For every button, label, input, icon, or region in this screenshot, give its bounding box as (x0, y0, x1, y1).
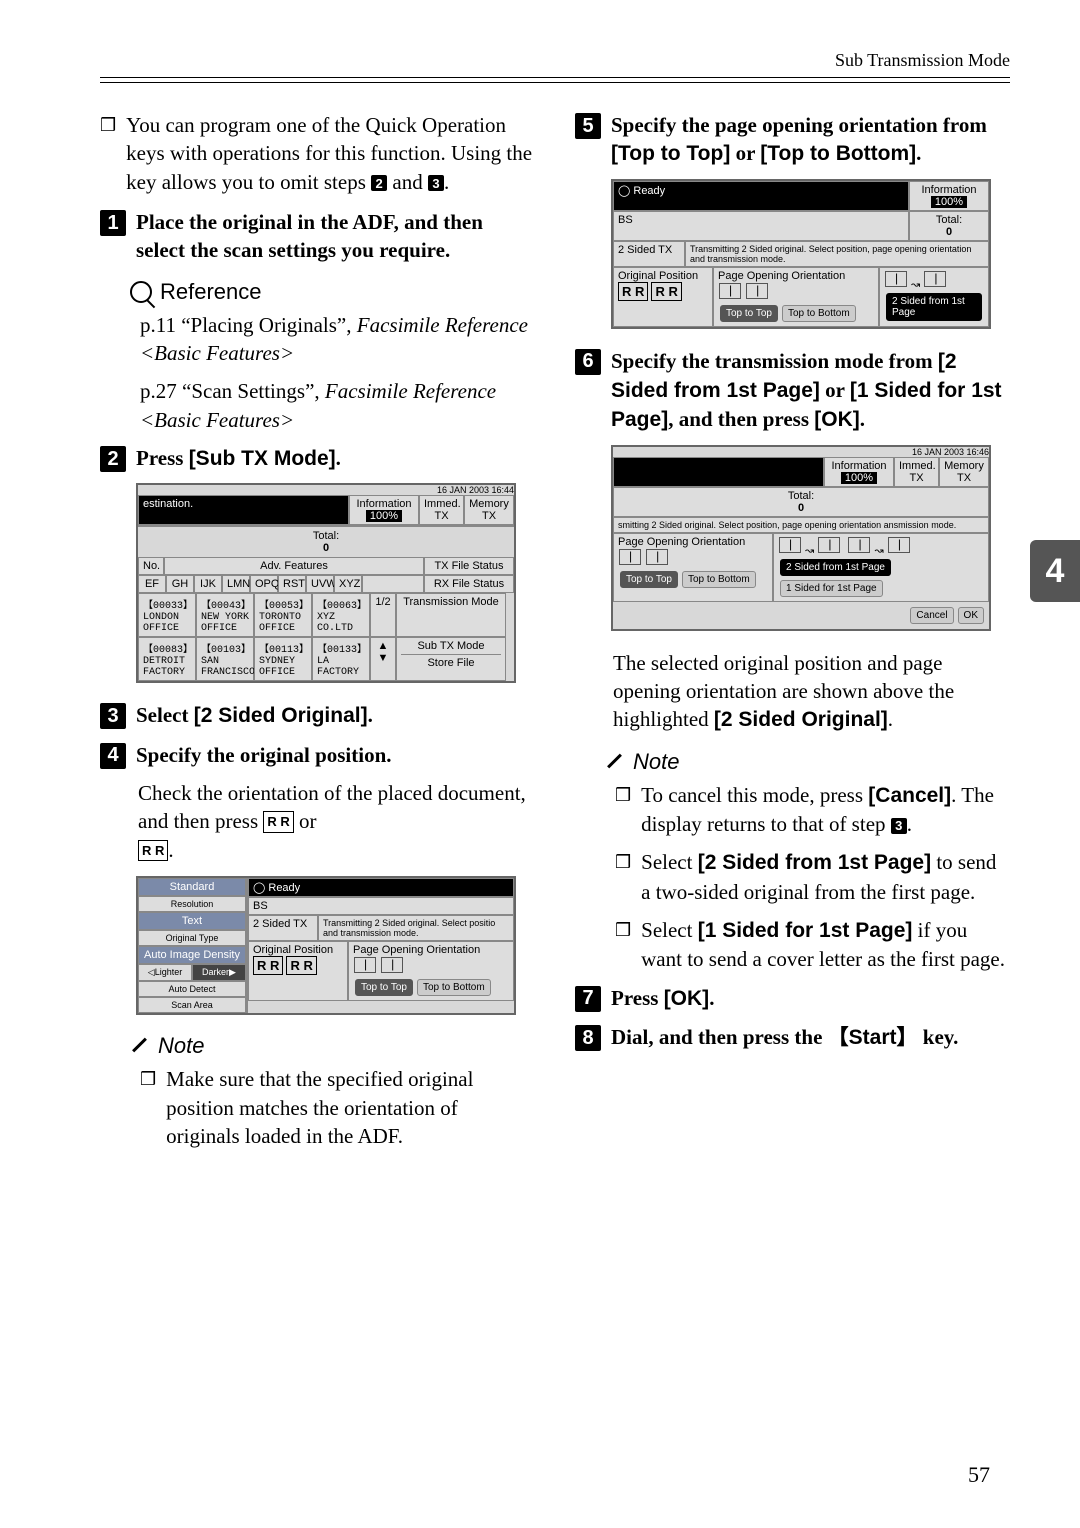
screen6-opening: Page Opening Orientation Top to TopTop t… (613, 533, 773, 602)
step-6-text: Specify the transmission mode from [2 Si… (611, 347, 1010, 435)
orientation-icon-rr: R R (263, 811, 293, 833)
step-8-text: Dial, and then press the 【Start】 key. (611, 1023, 958, 1052)
note-right-3: ❒ Select [1 Sided for 1st Page] if you w… (615, 916, 1010, 974)
screen2-grid-row2: 【00083】DETROIT FACTORY 【00103】SAN FRANCI… (138, 637, 514, 681)
magnifier-icon (130, 281, 152, 303)
screen4-msg: Transmitting 2 Sided original. Select po… (318, 915, 514, 941)
step-2-text: Press [Sub TX Mode]. (136, 444, 341, 473)
screen5-opening: Page Opening Orientation Top to TopTop t… (713, 267, 879, 327)
intro-bullet: ❒ You can program one of the Quick Opera… (100, 111, 535, 196)
intro-text: You can program one of the Quick Operati… (126, 111, 535, 196)
screen5-2sided: 2 Sided TX (613, 241, 685, 267)
screen6-total: Total:0 (613, 487, 989, 517)
screen2-dest: estination. (138, 495, 349, 525)
screen6-memory: Memory TX (939, 457, 989, 487)
screen2-tabs: EF GH IJK LMN OPQ RST UVW XYZ RX File St… (138, 575, 514, 593)
fax-screen-tx-mode: 16 JAN 2003 16:46 Information100% Immed.… (611, 445, 991, 631)
step-5: 5 Specify the page opening orientation f… (575, 111, 1010, 169)
pencil-icon (605, 752, 625, 772)
screen6-info: Information100% (824, 457, 894, 487)
step-6: 6 Specify the transmission mode from [2 … (575, 347, 1010, 435)
page-number: 57 (968, 1462, 990, 1488)
fax-screen-opening: ◯ Ready Information100% BS Total:0 2 Sid… (611, 179, 991, 329)
fax-screen-sub-tx: 16 JAN 2003 16:44 estination. Informatio… (136, 483, 516, 683)
bullet-square: ❒ (615, 916, 631, 974)
screen4-2sided: 2 Sided TX (248, 915, 318, 941)
note-left-1: ❒ Make sure that the specified original … (140, 1065, 535, 1150)
step-5-text: Specify the page opening orientation fro… (611, 111, 1010, 169)
screen6-footer: CancelOK (613, 602, 989, 629)
step-1-text: Place the original in the ADF, and then … (136, 208, 535, 265)
screen5-ready: ◯ Ready (613, 181, 909, 211)
screen6-msg: smitting 2 Sided original. Select positi… (613, 517, 989, 533)
step-number-3: 3 (100, 703, 126, 729)
screen6-time: 16 JAN 2003 16:46 (613, 447, 989, 457)
screen5-origpos: Original Position R R R R (613, 267, 713, 327)
step-3: 3 Select [2 Sided Original]. (100, 701, 535, 730)
screen4-opening: Page Opening Orientation Top to TopTop t… (348, 941, 514, 1001)
left-column: ❒ You can program one of the Quick Opera… (100, 111, 535, 1160)
step-number-6: 6 (575, 349, 601, 375)
screen6-immed: Immed. TX (894, 457, 939, 487)
step-7: 7 Press [OK]. (575, 984, 1010, 1013)
step-number-1: 1 (100, 210, 126, 236)
screen2-time: 16 JAN 2003 16:44 (138, 485, 514, 495)
step-number-8: 8 (575, 1025, 601, 1051)
screen2-info: Information100% (349, 495, 419, 525)
screen2-total: Total:0 (138, 527, 514, 557)
running-header: Sub Transmission Mode (100, 50, 1010, 71)
reference-heading: Reference (130, 279, 535, 305)
note-right-2: ❒ Select [2 Sided from 1st Page] to send… (615, 848, 1010, 906)
bullet-square: ❒ (140, 1065, 156, 1150)
mini-step-2: 2 (371, 175, 387, 191)
screen4-sidebar: Standard Resolution Text Original Type A… (138, 878, 248, 1013)
step-1: 1 Place the original in the ADF, and the… (100, 208, 535, 265)
bullet-square: ❒ (615, 848, 631, 906)
pencil-icon (130, 1036, 150, 1056)
screen4-bs: BS (248, 897, 514, 915)
screen6-choices: ↝ ↝ 2 Sided from 1st Page1 Sided for 1st… (773, 533, 989, 602)
header-rule-thin (100, 77, 1010, 78)
screen5-total: Total:0 (909, 211, 989, 241)
step-number-5: 5 (575, 113, 601, 139)
reference-1: p.11 “Placing Originals”, Facsimile Refe… (140, 311, 535, 368)
note-right-1: ❒ To cancel this mode, press [Cancel]. T… (615, 781, 1010, 839)
screen6-strip (613, 457, 824, 487)
mini-step-3: 3 (428, 175, 444, 191)
screen4-origpos: Original Position R R R R (248, 941, 348, 1001)
screen2-txfile: TX File Status (424, 557, 514, 575)
step-4: 4 Specify the original position. (100, 741, 535, 769)
screen2-adv: Adv. Features (164, 557, 424, 575)
step-6-after: The selected original position and page … (613, 649, 1010, 735)
step-number-2: 2 (100, 446, 126, 472)
screen2-grid-row1: 【00033】LONDON OFFICE 【00043】NEW YORK OFF… (138, 593, 514, 637)
step-3-text: Select [2 Sided Original]. (136, 701, 373, 730)
screen2-immed: Immed. TX (419, 495, 464, 525)
orientation-icon-rr2: R R (138, 840, 168, 862)
fax-screen-original-pos: Standard Resolution Text Original Type A… (136, 876, 516, 1015)
step-8: 8 Dial, and then press the 【Start】 key. (575, 1023, 1010, 1052)
screen5-info: Information100% (909, 181, 989, 211)
screen4-ready: ◯ Ready (248, 878, 514, 897)
step-7-text: Press [OK]. (611, 984, 714, 1013)
bullet-square: ❒ (100, 111, 116, 196)
header-rule (100, 82, 1010, 83)
step-4-text: Specify the original position. (136, 741, 392, 769)
note-heading-left: Note (130, 1033, 535, 1059)
mini-step-3b: 3 (891, 818, 907, 834)
step-2: 2 Press [Sub TX Mode]. (100, 444, 535, 473)
bullet-square: ❒ (615, 781, 631, 839)
screen2-memory: Memory TX (464, 495, 514, 525)
right-column: 5 Specify the page opening orientation f… (575, 111, 1010, 1160)
reference-2: p.27 “Scan Settings”, Facsimile Referenc… (140, 377, 535, 434)
screen5-2sided1st: ↝ 2 Sided from 1st Page (879, 267, 989, 327)
chapter-thumb-tab: 4 (1030, 540, 1080, 602)
note-heading-right: Note (605, 749, 1010, 775)
screen2-no: No. (138, 557, 164, 575)
screen5-msg: Transmitting 2 Sided original. Select po… (685, 241, 989, 267)
step-4-body: Check the orientation of the placed docu… (138, 779, 535, 864)
step-number-4: 4 (100, 743, 126, 769)
step-number-7: 7 (575, 986, 601, 1012)
screen5-bs: BS (613, 211, 909, 241)
